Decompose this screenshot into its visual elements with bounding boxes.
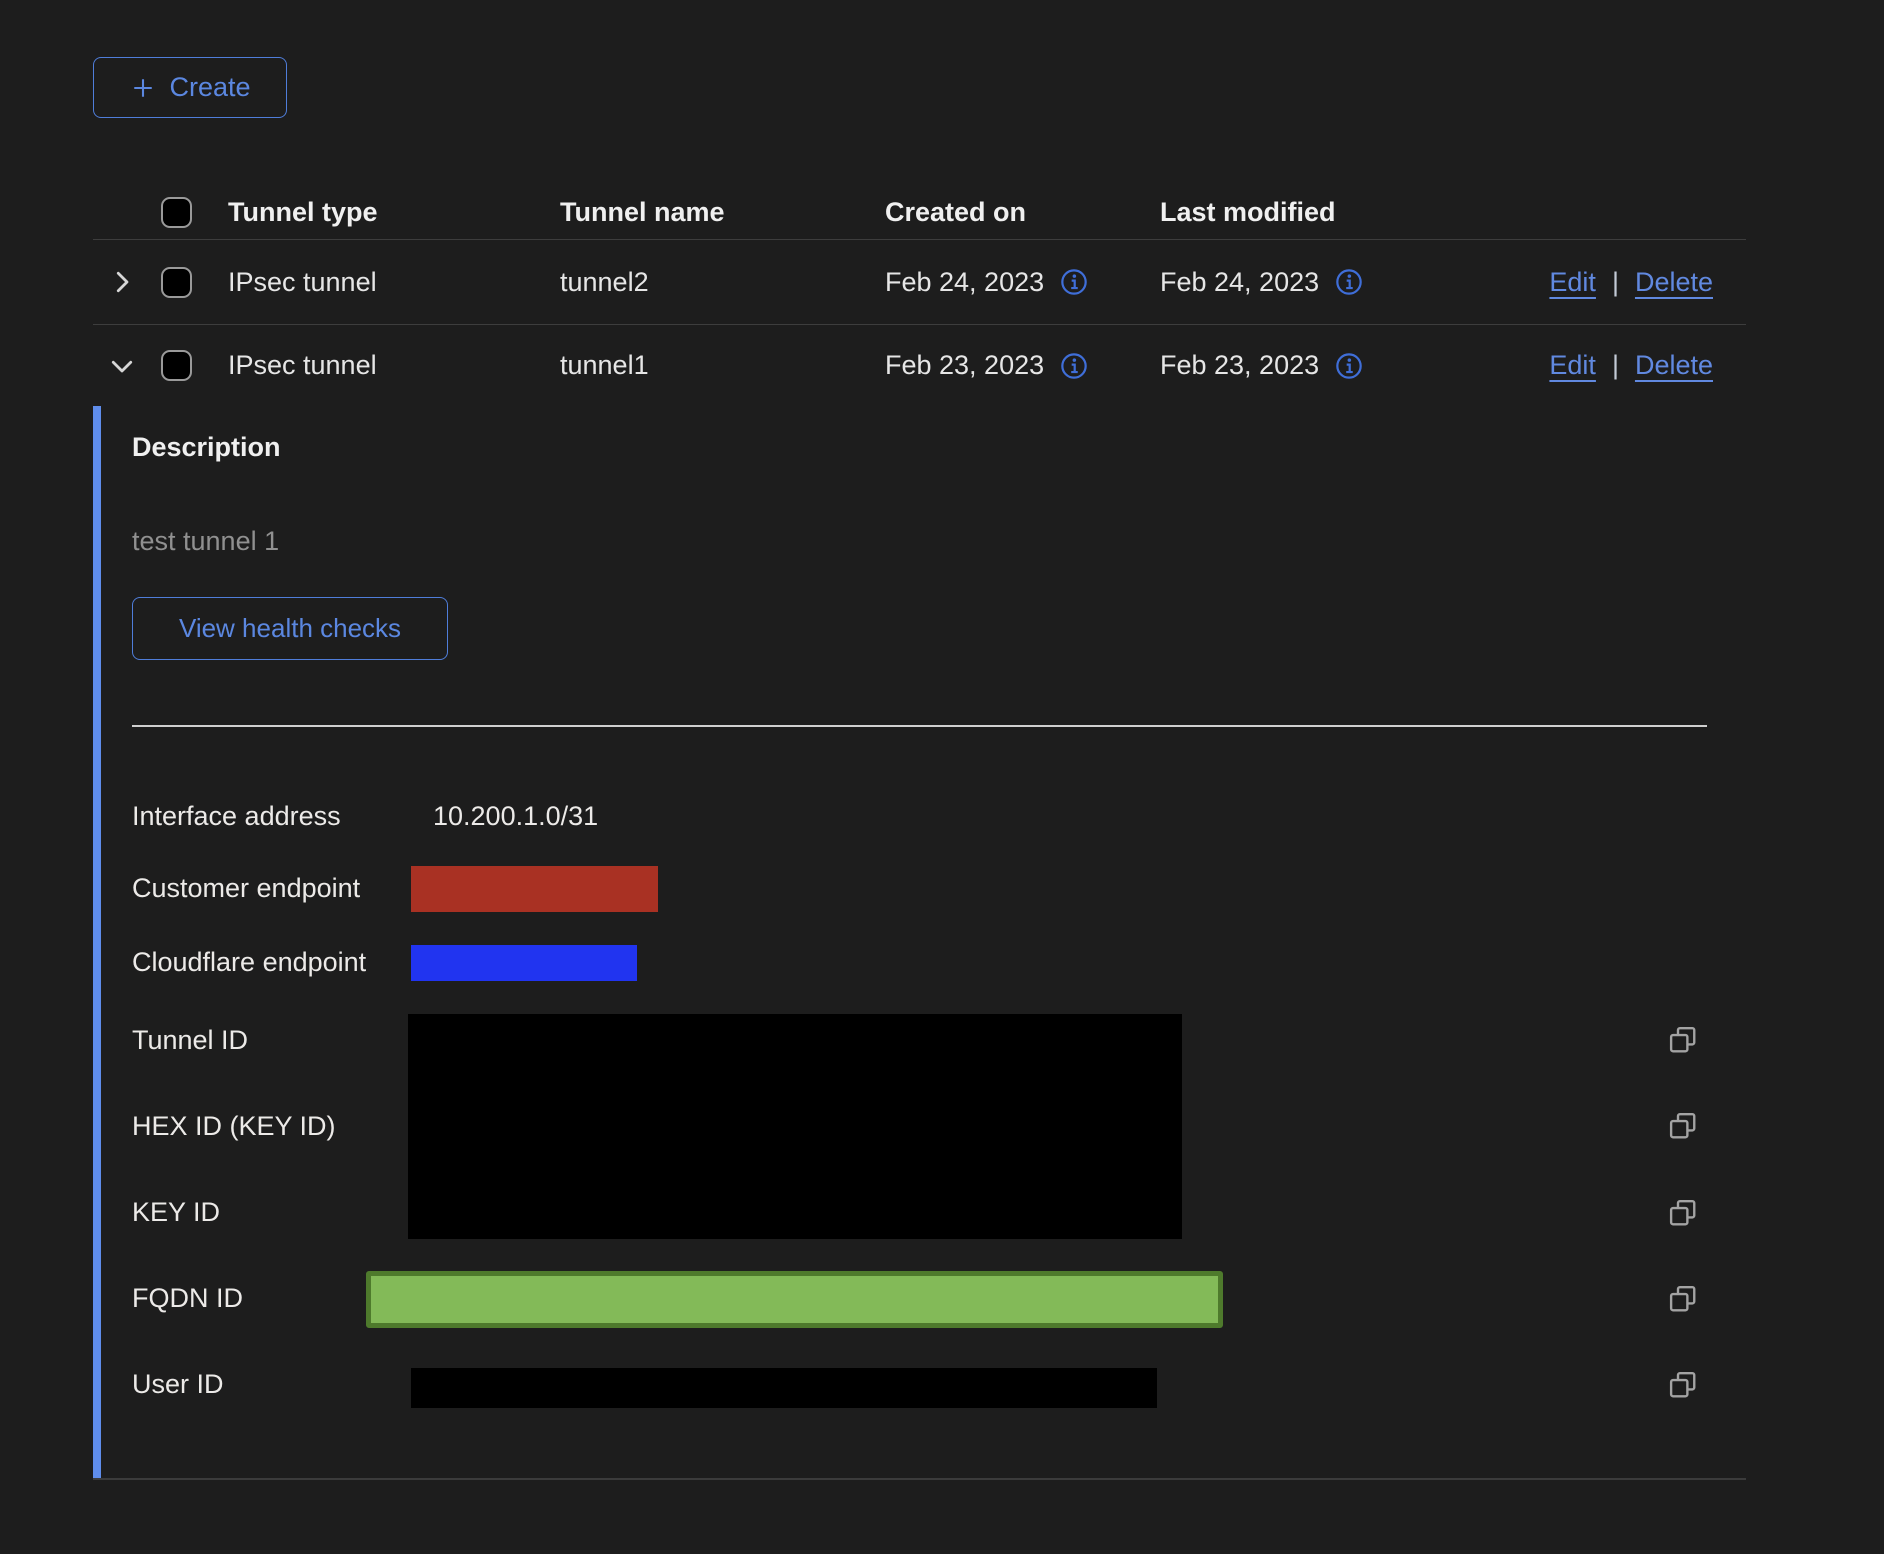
field-label-interface-address: Interface address xyxy=(132,800,341,833)
tunnels-page: Create Tunnel type Tunnel name Created o… xyxy=(0,0,1884,1554)
chevron-down-icon[interactable] xyxy=(107,351,137,381)
table-row: IPsec tunnel tunnel1 Feb 23, 2023 Feb 23… xyxy=(93,325,1746,406)
field-label-key-id: KEY ID xyxy=(132,1196,220,1229)
tunnel-type-cell: IPsec tunnel xyxy=(228,267,560,298)
copy-icon[interactable] xyxy=(1668,1025,1698,1055)
delete-link[interactable]: Delete xyxy=(1635,350,1713,381)
description-heading: Description xyxy=(132,432,281,463)
action-separator: | xyxy=(1612,350,1619,381)
column-header-last-modified: Last modified xyxy=(1160,197,1435,228)
expanded-row-indicator-bar xyxy=(93,406,101,1478)
redacted-customer-endpoint xyxy=(411,866,658,912)
column-header-tunnel-type: Tunnel type xyxy=(228,197,560,228)
row-checkbox[interactable] xyxy=(161,350,192,381)
column-header-created-on: Created on xyxy=(885,197,1160,228)
plus-icon xyxy=(129,74,157,102)
edit-link[interactable]: Edit xyxy=(1549,350,1596,381)
field-label-cloudflare-endpoint: Cloudflare endpoint xyxy=(132,946,366,979)
edit-link[interactable]: Edit xyxy=(1549,267,1596,298)
created-on-cell: Feb 24, 2023 xyxy=(885,267,1044,298)
tunnel-type-cell: IPsec tunnel xyxy=(228,350,560,381)
field-label-customer-endpoint: Customer endpoint xyxy=(132,872,360,905)
last-modified-cell: Feb 23, 2023 xyxy=(1160,350,1319,381)
section-divider xyxy=(132,725,1707,727)
redacted-cloudflare-endpoint xyxy=(411,945,637,981)
description-value: test tunnel 1 xyxy=(132,526,279,557)
table-header-row: Tunnel type Tunnel name Created on Last … xyxy=(93,186,1746,240)
create-button-label: Create xyxy=(169,72,250,103)
tunnel-name-cell: tunnel2 xyxy=(560,267,885,298)
tunnels-table: Tunnel type Tunnel name Created on Last … xyxy=(93,186,1746,406)
delete-link[interactable]: Delete xyxy=(1635,267,1713,298)
last-modified-cell: Feb 24, 2023 xyxy=(1160,267,1319,298)
info-icon[interactable] xyxy=(1335,352,1363,380)
action-separator: | xyxy=(1612,267,1619,298)
info-icon[interactable] xyxy=(1060,352,1088,380)
table-bottom-border xyxy=(93,1478,1746,1480)
field-label-fqdn-id: FQDN ID xyxy=(132,1282,243,1315)
table-row: IPsec tunnel tunnel2 Feb 24, 2023 Feb 24… xyxy=(93,240,1746,325)
redacted-user-id xyxy=(411,1368,1157,1408)
interface-address-value: 10.200.1.0/31 xyxy=(433,800,598,833)
create-button[interactable]: Create xyxy=(93,57,287,118)
select-all-checkbox[interactable] xyxy=(161,197,192,228)
chevron-right-icon[interactable] xyxy=(107,267,137,297)
copy-icon[interactable] xyxy=(1668,1198,1698,1228)
redacted-tunnel-hex-key-ids xyxy=(408,1014,1182,1239)
copy-icon[interactable] xyxy=(1668,1284,1698,1314)
field-label-user-id: User ID xyxy=(132,1368,224,1401)
copy-icon[interactable] xyxy=(1668,1370,1698,1400)
info-icon[interactable] xyxy=(1335,268,1363,296)
tunnel-name-cell: tunnel1 xyxy=(560,350,885,381)
row-checkbox[interactable] xyxy=(161,267,192,298)
redacted-fqdn-id xyxy=(366,1271,1223,1328)
created-on-cell: Feb 23, 2023 xyxy=(885,350,1044,381)
copy-icon[interactable] xyxy=(1668,1111,1698,1141)
info-icon[interactable] xyxy=(1060,268,1088,296)
field-label-tunnel-id: Tunnel ID xyxy=(132,1024,248,1057)
field-label-hex-id: HEX ID (KEY ID) xyxy=(132,1110,336,1143)
view-health-checks-button[interactable]: View health checks xyxy=(132,597,448,660)
column-header-tunnel-name: Tunnel name xyxy=(560,197,885,228)
